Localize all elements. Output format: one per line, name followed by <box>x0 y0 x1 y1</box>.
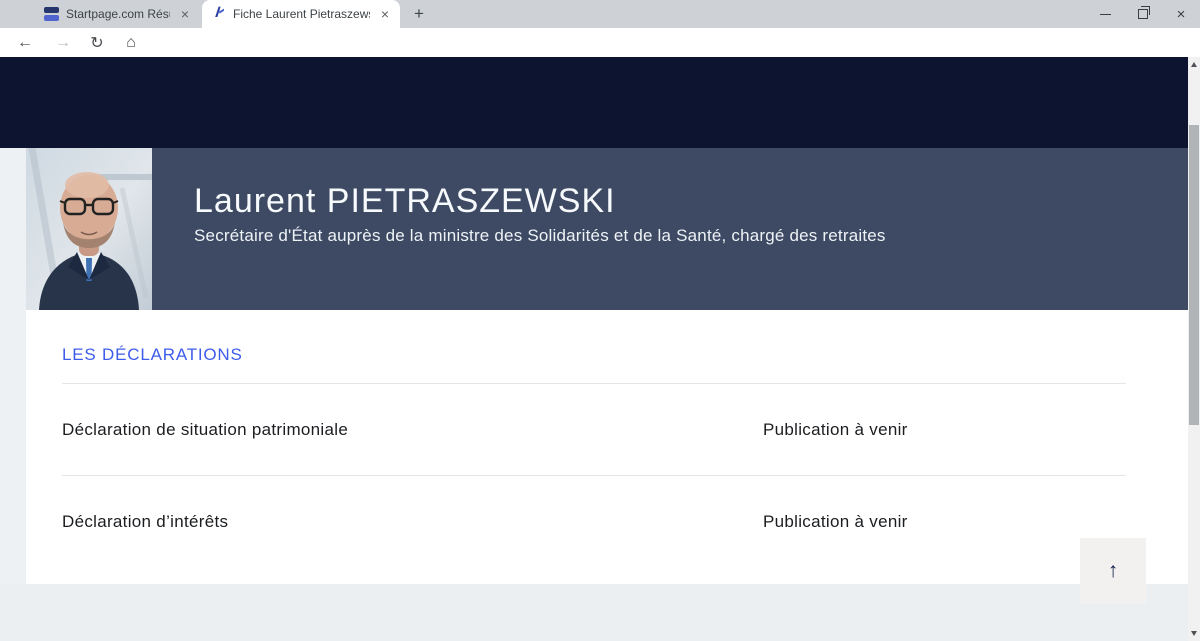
forward-button[interactable]: → <box>50 30 76 55</box>
scrollbar-down-arrow-icon[interactable] <box>1191 631 1197 636</box>
page-footer-band <box>0 584 1188 641</box>
tab-close-icon[interactable]: × <box>176 5 194 23</box>
divider <box>62 475 1126 476</box>
new-tab-button[interactable]: + <box>408 4 430 24</box>
minimize-icon <box>1100 14 1111 15</box>
home-button[interactable]: ⌂ <box>118 30 144 55</box>
scrollbar-thumb[interactable] <box>1189 125 1199 425</box>
close-button[interactable]: × <box>1162 0 1200 28</box>
refresh-button[interactable]: ↻ <box>84 30 110 55</box>
declaration-row-status: Publication à venir <box>763 420 908 440</box>
declarant-photo <box>26 148 152 310</box>
tab-title: Startpage.com Résultats de la rec <box>66 7 170 21</box>
divider <box>62 383 1126 384</box>
declaration-row-status: Publication à venir <box>763 512 908 532</box>
page-left-margin <box>0 148 26 584</box>
declarant-role: Secrétaire d'État auprès de la ministre … <box>194 226 886 246</box>
page-scrollbar[interactable] <box>1188 57 1200 641</box>
declaration-row-label: Déclaration d’intérêts <box>62 512 228 532</box>
declaration-row-label: Déclaration de situation patrimoniale <box>62 420 348 440</box>
scrollbar-up-arrow-icon[interactable] <box>1191 62 1197 67</box>
tab-hatvp[interactable]: Fiche Laurent Pietraszewski × <box>202 0 400 28</box>
tab-startpage[interactable]: Startpage.com Résultats de la rec × <box>34 0 200 28</box>
back-button[interactable]: ← <box>12 30 38 55</box>
profile-header: Laurent PIETRASZEWSKI Secrétaire d'État … <box>152 148 1188 310</box>
scroll-to-top-button[interactable]: ↑ <box>1080 538 1146 604</box>
site-header-band <box>0 57 1188 148</box>
browser-window: Startpage.com Résultats de la rec × Fich… <box>0 0 1200 641</box>
tab-title: Fiche Laurent Pietraszewski <box>233 7 370 21</box>
restore-button[interactable] <box>1124 0 1162 28</box>
declarations-heading: LES DÉCLARATIONS <box>62 345 243 365</box>
close-icon: × <box>1177 6 1186 23</box>
restore-icon <box>1138 9 1148 19</box>
startpage-favicon-icon <box>44 7 59 22</box>
tab-close-icon[interactable]: × <box>376 5 394 23</box>
minimize-button[interactable] <box>1086 0 1124 28</box>
hatvp-favicon-icon <box>212 5 226 24</box>
tab-strip: Startpage.com Résultats de la rec × Fich… <box>0 0 1200 28</box>
arrow-up-icon: ↑ <box>1108 559 1119 583</box>
browser-toolbar: ← → ↻ ⌂ https://www.hatvp.fr/fiche-nomin… <box>0 28 1200 57</box>
window-controls: × <box>1086 0 1200 28</box>
declarant-name: Laurent PIETRASZEWSKI <box>194 182 616 221</box>
